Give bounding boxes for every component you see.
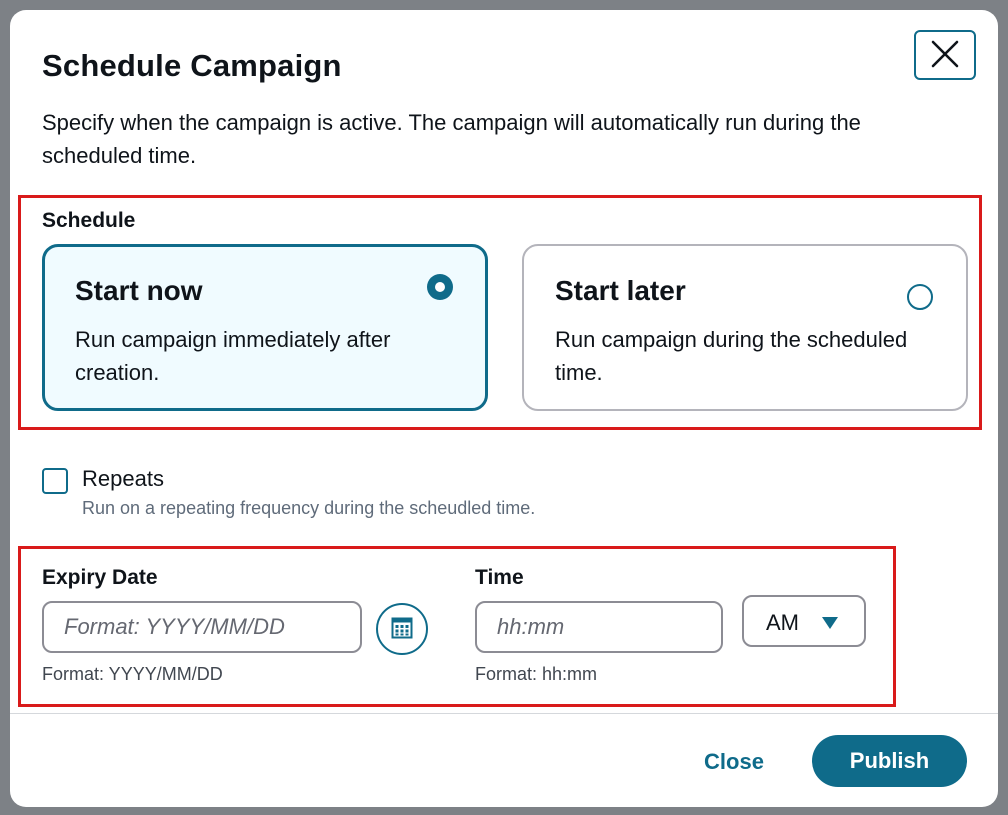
am-pm-select[interactable]: AM [742,595,866,647]
start-now-radio[interactable] [427,274,453,300]
expiry-date-label: Expiry Date [42,566,158,589]
repeats-label: Repeats [82,466,164,491]
start-now-title: Start now [75,275,203,306]
time-input[interactable] [475,601,723,653]
repeats-checkbox[interactable] [42,468,68,494]
expiry-date-help: Format: YYYY/MM/DD [42,664,223,684]
close-button[interactable]: Close [690,740,778,784]
time-help: Format: hh:mm [475,664,598,684]
start-now-option[interactable]: Start now Run campaign immediately after… [42,244,488,411]
time-label: Time [475,566,524,589]
repeats-help-text: Run on a repeating frequency during the … [82,498,536,518]
modal-description: Specify when the campaign is active. The… [42,110,861,168]
expiry-date-input[interactable] [42,601,362,653]
caret-down-icon [822,616,838,634]
start-later-radio[interactable] [907,284,933,310]
calendar-button[interactable] [376,603,428,655]
modal-title: Schedule Campaign [42,48,342,83]
calendar-icon [391,617,413,642]
start-later-description: Run campaign during the scheduled time. [555,327,908,385]
schedule-label: Schedule [42,209,136,232]
publish-button[interactable]: Publish [812,735,967,787]
start-later-title: Start later [555,275,686,306]
start-now-description: Run campaign immediately after creation. [75,327,391,385]
start-later-option[interactable]: Start later Run campaign during the sche… [522,244,968,411]
close-icon [930,39,960,72]
am-pm-value: AM [766,610,799,635]
schedule-campaign-modal: Schedule Campaign Specify when the campa… [10,10,998,807]
footer-divider [10,713,998,714]
dismiss-button[interactable] [914,30,976,80]
